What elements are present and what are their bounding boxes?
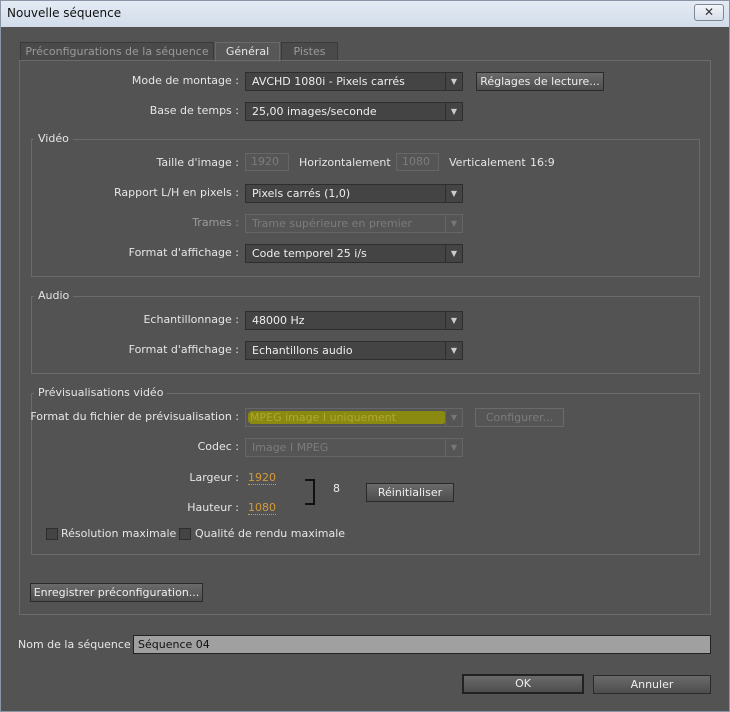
sequence-name-input[interactable]: Séquence 04 — [133, 635, 711, 654]
timebase-label: Base de temps : — [149, 104, 239, 117]
chevron-down-icon: ▼ — [445, 439, 462, 456]
tab-presets[interactable]: Préconfigurations de la séquence — [20, 42, 214, 61]
preview-format-value: MPEG image I uniquement — [248, 411, 447, 424]
preview-format-label: Format du fichier de prévisualisation : — [30, 410, 239, 423]
chevron-down-icon: ▼ — [445, 409, 462, 426]
max-resolution-label: Résolution maximale — [61, 527, 177, 540]
preview-legend: Prévisualisations vidéo — [34, 386, 168, 399]
preview-format-select[interactable]: MPEG image I uniquement ▼ — [245, 408, 463, 427]
chevron-down-icon: ▼ — [445, 342, 462, 359]
chevron-down-icon: ▼ — [445, 215, 462, 232]
audio-display-label: Format d'affichage : — [128, 343, 239, 356]
fields-value: Trame supérieure en premier — [252, 217, 412, 230]
sample-rate-label: Echantillonnage : — [143, 313, 239, 326]
sequence-name-label: Nom de la séquence : — [18, 638, 138, 651]
sample-rate-value: 48000 Hz — [252, 314, 305, 327]
audio-display-select[interactable]: Echantillons audio ▼ — [245, 341, 463, 360]
fields-select[interactable]: Trame supérieure en premier ▼ — [245, 214, 463, 233]
editing-mode-select[interactable]: AVCHD 1080i - Pixels carrés ▼ — [245, 72, 463, 91]
preview-width-label: Largeur : — [189, 471, 239, 484]
video-legend: Vidéo — [34, 132, 73, 145]
vertical-label: Verticalement — [449, 156, 526, 169]
max-quality-checkbox[interactable] — [179, 528, 191, 540]
frame-size-label: Taille d'image : — [156, 156, 239, 169]
video-display-value: Code temporel 25 i/s — [252, 247, 367, 260]
audio-display-value: Echantillons audio — [252, 344, 353, 357]
reset-button[interactable]: Réinitialiser — [366, 483, 454, 502]
par-value: Pixels carrés (1,0) — [252, 187, 351, 200]
audio-group — [31, 296, 700, 374]
audio-legend: Audio — [34, 289, 74, 302]
horizontal-label: Horizontalement — [299, 156, 391, 169]
chevron-down-icon: ▼ — [445, 245, 462, 262]
video-display-select[interactable]: Code temporel 25 i/s ▼ — [245, 244, 463, 263]
max-quality-label: Qualité de rendu maximale — [195, 527, 346, 540]
configure-button[interactable]: Configurer... — [475, 408, 564, 427]
playback-settings-button[interactable]: Réglages de lecture... — [476, 72, 604, 91]
link-bracket — [305, 479, 315, 505]
video-display-label: Format d'affichage : — [128, 246, 239, 259]
frame-width-input[interactable]: 1920 — [245, 153, 289, 171]
close-button[interactable]: ✕ — [694, 4, 724, 21]
chevron-down-icon: ▼ — [445, 73, 462, 90]
timebase-value: 25,00 images/seconde — [252, 105, 377, 118]
codec-select[interactable]: Image I MPEG ▼ — [245, 438, 463, 457]
par-select[interactable]: Pixels carrés (1,0) ▼ — [245, 184, 463, 203]
tab-general[interactable]: Général — [215, 42, 280, 62]
par-label: Rapport L/H en pixels : — [114, 186, 239, 199]
preview-width-value[interactable]: 1920 — [248, 471, 276, 485]
fields-label: Trames : — [192, 216, 239, 229]
ok-button[interactable]: OK — [462, 674, 584, 694]
tab-tracks[interactable]: Pistes — [281, 42, 338, 61]
codec-label: Codec : — [197, 440, 239, 453]
window-title: Nouvelle séquence — [7, 6, 122, 20]
chevron-down-icon: ▼ — [445, 312, 462, 329]
frame-height-input[interactable]: 1080 — [396, 153, 439, 171]
cancel-button[interactable]: Annuler — [593, 675, 711, 694]
save-preset-button[interactable]: Enregistrer préconfiguration... — [30, 583, 203, 602]
editing-mode-value: AVCHD 1080i - Pixels carrés — [252, 75, 405, 88]
chevron-down-icon: ▼ — [445, 103, 462, 120]
codec-value: Image I MPEG — [252, 441, 329, 454]
preview-height-value[interactable]: 1080 — [248, 501, 276, 515]
aspect-ratio: 16:9 — [530, 156, 555, 169]
chevron-down-icon: ▼ — [445, 185, 462, 202]
editing-mode-label: Mode de montage : — [131, 74, 239, 87]
link-icon[interactable]: 8 — [333, 482, 340, 495]
sample-rate-select[interactable]: 48000 Hz ▼ — [245, 311, 463, 330]
max-resolution-checkbox[interactable] — [46, 528, 58, 540]
preview-height-label: Hauteur : — [187, 501, 239, 514]
timebase-select[interactable]: 25,00 images/seconde ▼ — [245, 102, 463, 121]
